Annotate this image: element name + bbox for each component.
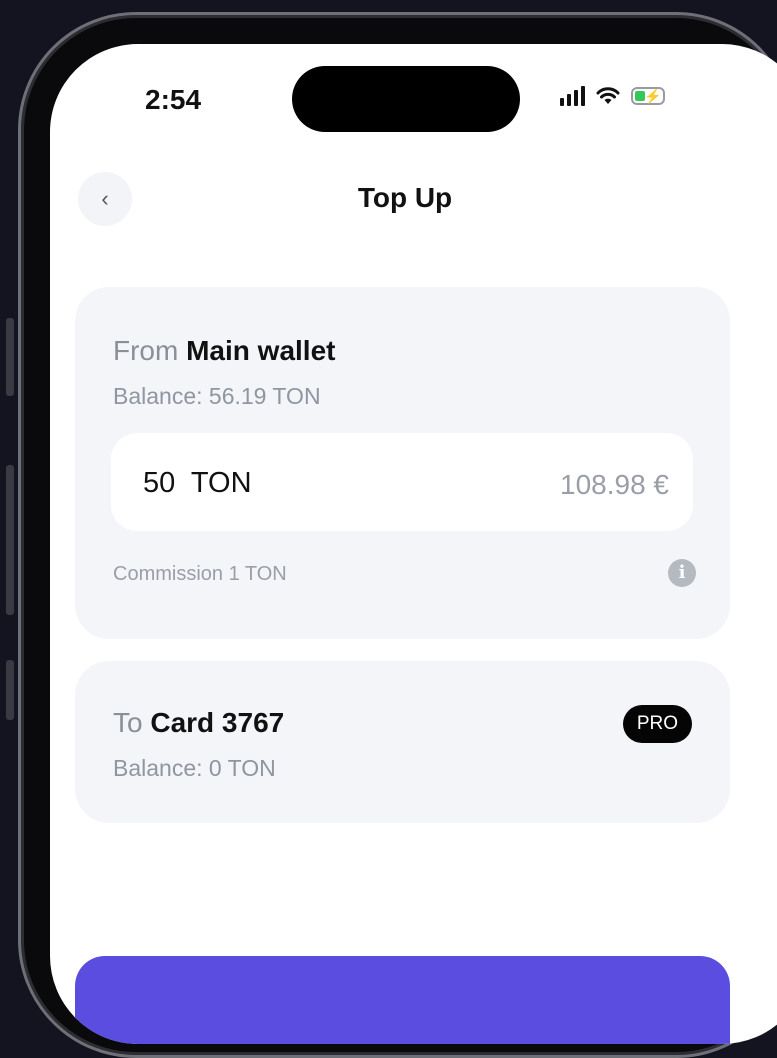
info-icon[interactable]: i	[668, 559, 696, 587]
to-card-card[interactable]: To Card 3767 Balance: 0 TON PRO	[75, 661, 730, 823]
status-time: 2:54	[145, 84, 202, 115]
from-label: From	[113, 335, 179, 366]
to-label: To	[113, 707, 143, 738]
side-button-volume-down	[6, 660, 14, 720]
side-button-action	[6, 318, 14, 396]
wallet-name: Main wallet	[186, 335, 336, 366]
amount-input[interactable]: 50 TON 108.98 €	[111, 433, 693, 531]
page-title: Top Up	[357, 182, 453, 213]
from-wallet-heading: From Main wallet	[113, 335, 335, 367]
status-icons: ⚡	[560, 86, 665, 106]
to-card-heading: To Card 3767	[113, 707, 284, 739]
to-balance: Balance: 0 TON	[113, 755, 276, 781]
wifi-icon	[596, 87, 620, 104]
from-balance: Balance: 56.19 TON	[113, 383, 321, 409]
dynamic-island	[292, 66, 520, 132]
battery-charging-icon: ⚡	[631, 87, 665, 105]
fiat-equivalent: 108.98 €	[560, 469, 669, 500]
from-wallet-card[interactable]: From Main wallet Balance: 56.19 TON 50 T…	[75, 287, 730, 639]
side-button-volume-up	[6, 465, 14, 615]
primary-action-button[interactable]	[75, 956, 730, 1044]
card-name: Card 3767	[150, 707, 285, 738]
pro-badge: PRO	[622, 705, 692, 743]
cellular-signal-icon	[560, 86, 585, 106]
amount-value: 50 TON	[143, 467, 252, 499]
app-screen: 2:54 ⚡ ‹ Top Up From Main wallet Balance…	[50, 44, 777, 1044]
commission-text: Commission 1 TON	[113, 563, 287, 585]
